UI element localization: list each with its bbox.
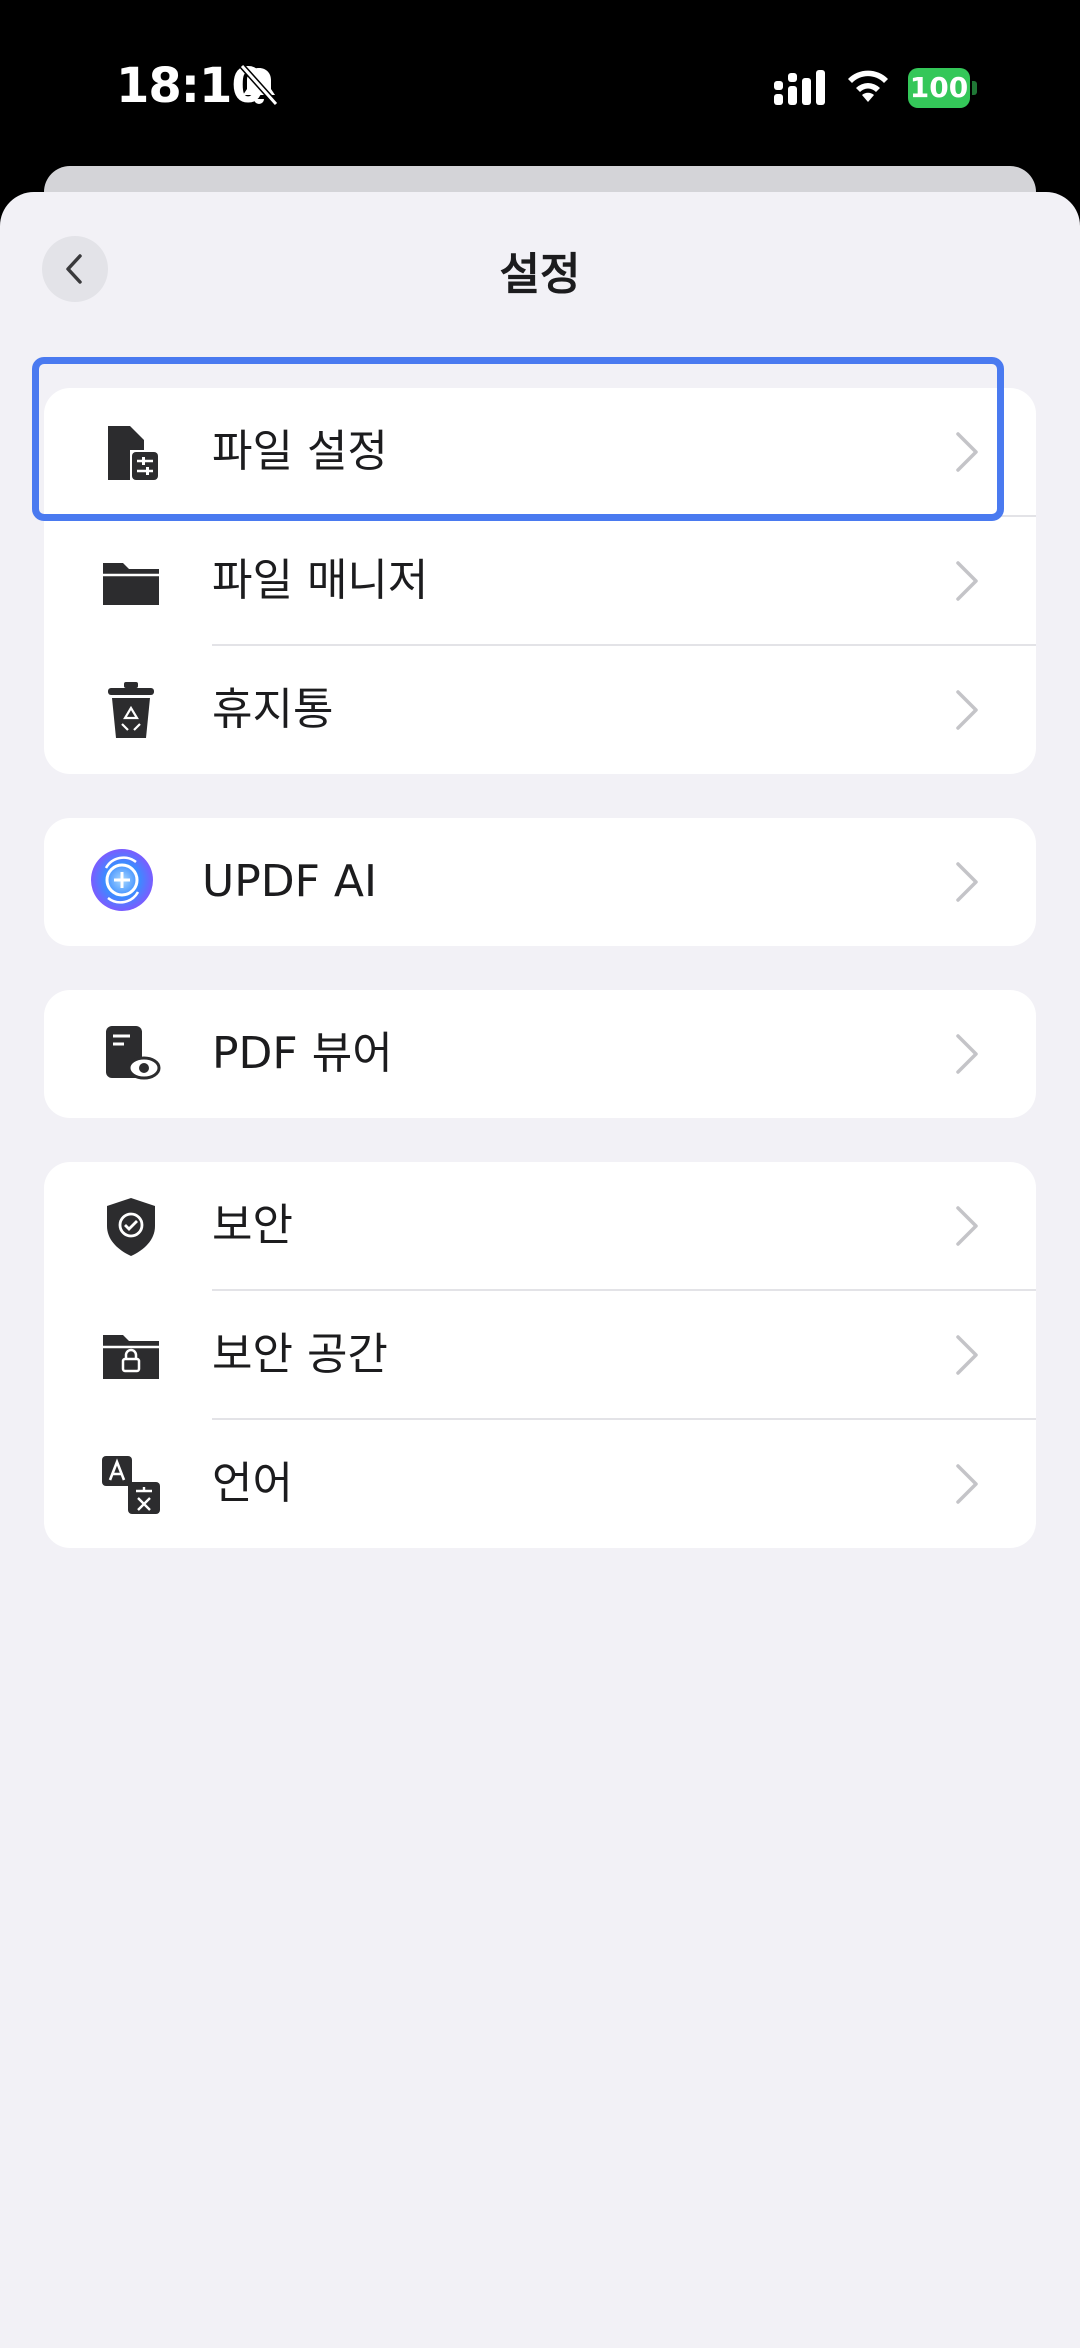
row-label: UPDF AI [202,856,377,907]
selection-highlight [32,357,1004,521]
row-security[interactable]: 보안 [44,1162,1036,1290]
row-label: 언어 [212,1458,293,1509]
battery-level: 100 [908,68,970,108]
viewer-group: PDF 뷰어 [44,990,1036,1118]
updf-ai-icon [91,849,153,911]
row-label: PDF 뷰어 [212,1028,393,1079]
row-label: 파일 매니저 [212,555,429,606]
secure-folder-icon [103,1335,159,1379]
battery-tip [972,81,977,95]
row-label: 휴지통 [212,684,334,735]
row-file-manager[interactable]: 파일 매니저 [44,517,1036,645]
pdf-viewer-icon [106,1026,161,1080]
chevron-right-icon [956,561,978,601]
chevron-right-icon [956,690,978,730]
status-bar: 18:10 100 [0,0,1080,170]
language-icon [102,1456,160,1514]
security-group: 보안 보안 공간 언어 [44,1162,1036,1548]
row-label: 보안 공간 [212,1329,388,1380]
chevron-right-icon [956,1206,978,1246]
signal-icon [774,70,825,105]
page-title: 설정 [499,249,581,300]
chevron-right-icon [956,1464,978,1504]
row-pdf-viewer[interactable]: PDF 뷰어 [44,990,1036,1118]
chevron-right-icon [956,862,978,902]
battery-indicator: 100 [908,68,978,108]
wifi-icon [848,70,888,102]
shield-icon [107,1198,155,1256]
row-language[interactable]: 언어 [44,1420,1036,1548]
trash-icon [108,682,154,738]
row-secure-space[interactable]: 보안 공간 [44,1291,1036,1419]
row-label: 보안 [212,1200,293,1251]
chevron-right-icon [956,1034,978,1074]
row-trash[interactable]: 휴지통 [44,646,1036,774]
folder-icon [103,563,159,605]
silent-bell-icon [239,63,279,107]
row-updf-ai[interactable]: UPDF AI [44,818,1036,946]
chevron-right-icon [956,1335,978,1375]
ai-group: UPDF AI [44,818,1036,946]
